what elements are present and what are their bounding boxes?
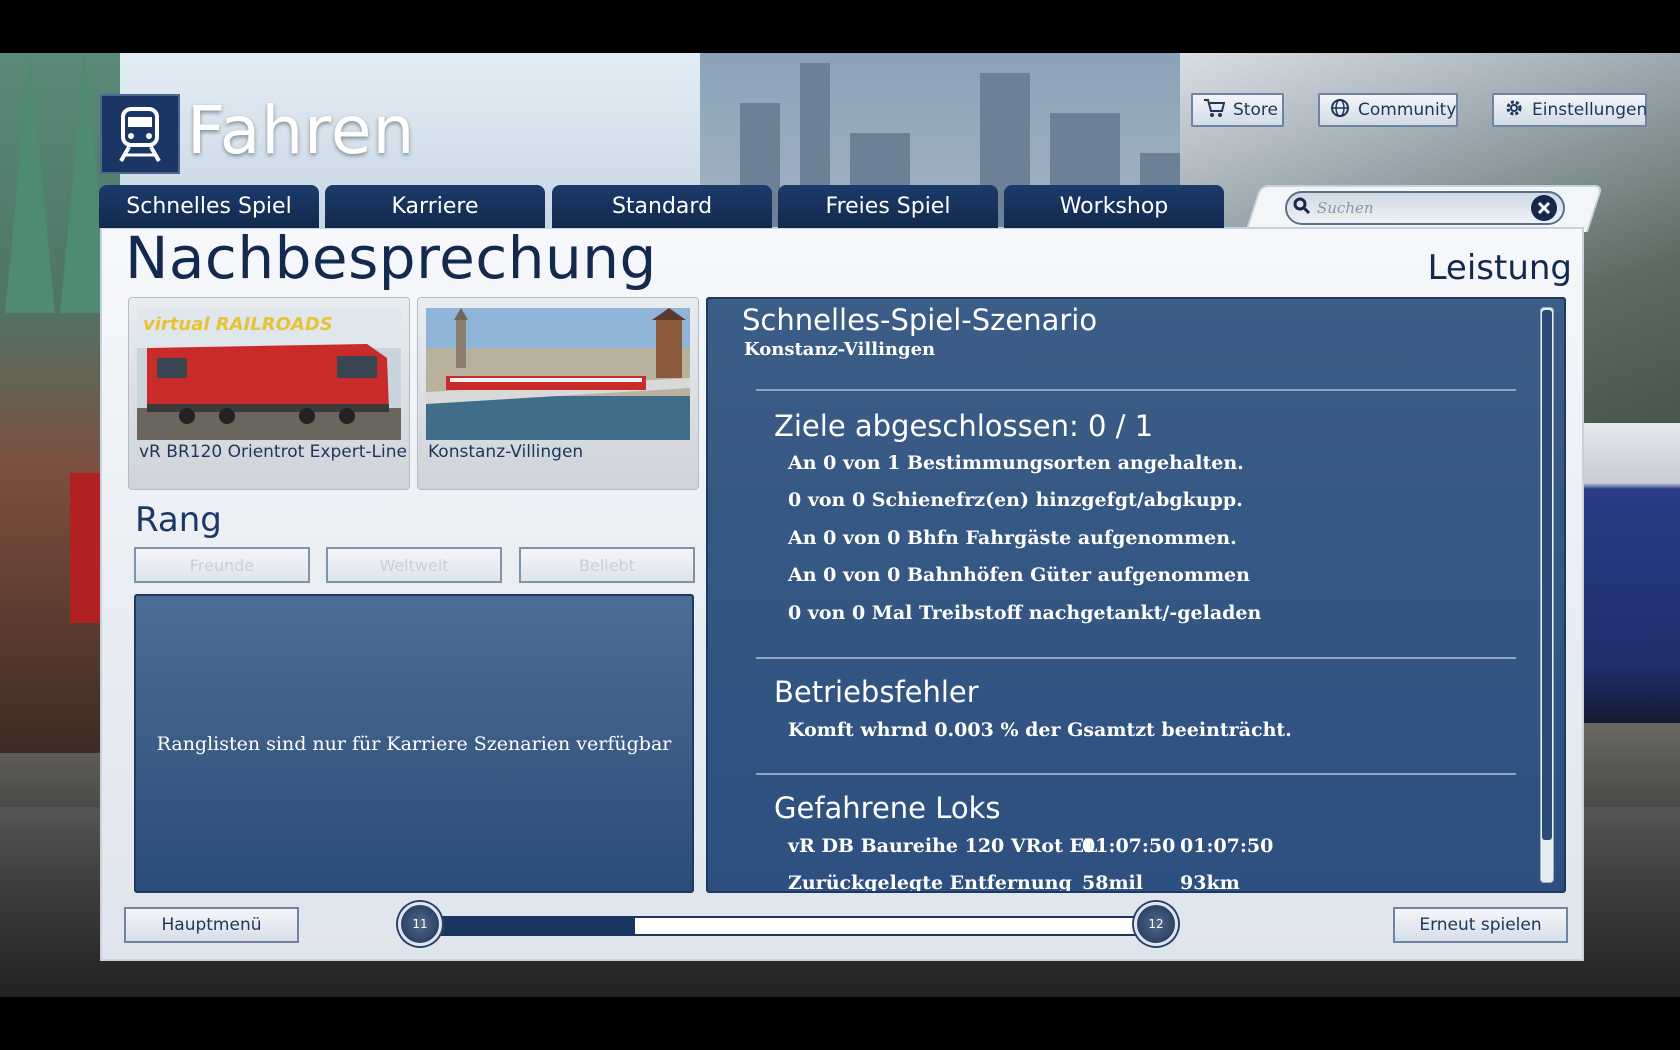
goal-line: 0 von 0 Schienefrz(en) hinzgefgt/abgkupp… <box>788 489 1243 511</box>
divider <box>756 657 1516 659</box>
globe-icon <box>1330 98 1350 123</box>
loco-row-col1: 01:07:50 <box>1082 835 1176 857</box>
xp-progress-fill <box>418 918 635 934</box>
loco-card[interactable]: virtual RAILROADS vR BR120 Orientrot Exp… <box>128 297 410 490</box>
results-subtitle: Konstanz-Villingen <box>744 339 936 360</box>
route-image <box>426 308 690 440</box>
friends-button[interactable]: Freunde <box>134 547 310 583</box>
xp-progress-bar <box>416 916 1142 936</box>
locos-heading: Gefahrene Loks <box>774 791 1001 825</box>
loco-row-col2: 01:07:50 <box>1180 835 1274 857</box>
cart-icon <box>1203 98 1226 123</box>
popular-button[interactable]: Beliebt <box>519 547 695 583</box>
search-input[interactable]: Suchen <box>1285 191 1565 225</box>
next-level-badge: 12 <box>1134 902 1178 946</box>
loco-label: vR BR120 Orientrot Expert-Line <box>139 442 407 462</box>
community-button[interactable]: Community <box>1318 93 1458 127</box>
loco-image: virtual RAILROADS <box>137 308 401 440</box>
results-scrollbar[interactable] <box>1540 307 1554 883</box>
goals-heading: Ziele abgeschlossen: 0 / 1 <box>774 409 1154 443</box>
distance-row-col1: 58mil <box>1082 872 1143 893</box>
tab-freies-spiel[interactable]: Freies Spiel <box>778 185 998 228</box>
divider <box>756 389 1516 391</box>
error-line: Komft whrnd 0.003 % der Gsamtzt beeinträ… <box>788 719 1292 741</box>
rang-title: Rang <box>135 500 222 540</box>
mode-title: Fahren <box>187 92 416 169</box>
page-title: Nachbesprechung <box>125 224 657 292</box>
distance-row-col2: 93km <box>1180 872 1240 893</box>
tab-schnelles-spiel[interactable]: Schnelles Spiel <box>99 185 319 228</box>
distance-row-name: Zurückgelegte Entfernung <box>788 872 1072 893</box>
goal-line: An 0 von 0 Bahnhöfen Güter aufgenommen <box>788 564 1250 586</box>
goal-line: An 0 von 1 Bestimmungsorten angehalten. <box>788 452 1244 474</box>
store-label: Store <box>1233 100 1278 120</box>
replay-button[interactable]: Erneut spielen <box>1393 907 1568 943</box>
main-menu-button[interactable]: Hauptmenü <box>124 907 299 943</box>
tab-standard[interactable]: Standard <box>552 185 772 228</box>
search-icon <box>1293 197 1311 219</box>
goal-line: 0 von 0 Mal Treibstoff nachgetankt/-gela… <box>788 602 1262 624</box>
results-panel: Schnelles-Spiel-Szenario Konstanz-Villin… <box>706 297 1566 893</box>
tab-karriere[interactable]: Karriere <box>325 185 545 228</box>
close-icon[interactable] <box>1531 195 1557 221</box>
train-logo-icon <box>100 94 180 174</box>
settings-label: Einstellungen <box>1532 100 1648 120</box>
route-label: Konstanz-Villingen <box>428 442 584 462</box>
leaderboard-message: Ranglisten sind nur für Karriere Szenari… <box>156 732 672 755</box>
loco-row-name: vR DB Baureihe 120 VRot EL <box>788 835 1098 857</box>
goal-line: An 0 von 0 Bhfn Fahrgäste aufgenommen. <box>788 527 1237 549</box>
leaderboard-panel: Ranglisten sind nur für Karriere Szenari… <box>134 594 694 893</box>
worldwide-button[interactable]: Weltweit <box>326 547 502 583</box>
gear-icon <box>1504 98 1524 123</box>
section-title-leistung: Leistung <box>1427 248 1572 288</box>
errors-heading: Betriebsfehler <box>774 675 979 709</box>
route-card[interactable]: Konstanz-Villingen <box>417 297 699 490</box>
store-button[interactable]: Store <box>1191 93 1284 127</box>
scroll-thumb[interactable] <box>1542 310 1552 840</box>
virtual-railroads-logo: virtual RAILROADS <box>143 314 333 335</box>
train-right <box>1570 423 1680 723</box>
current-level-badge: 11 <box>398 902 442 946</box>
tab-workshop[interactable]: Workshop <box>1004 185 1224 228</box>
search-placeholder: Suchen <box>1317 199 1374 217</box>
community-label: Community <box>1358 100 1457 120</box>
divider <box>756 773 1516 775</box>
settings-button[interactable]: Einstellungen <box>1492 93 1647 127</box>
results-title: Schnelles-Spiel-Szenario <box>742 303 1098 337</box>
